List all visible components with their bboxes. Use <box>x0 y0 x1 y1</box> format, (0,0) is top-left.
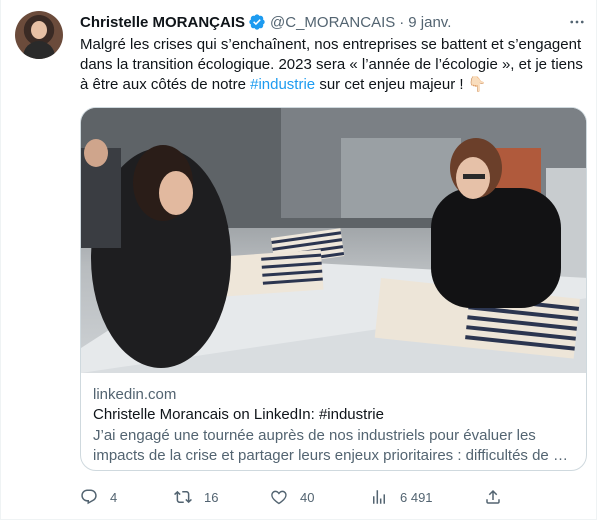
tweet-text-part2: sur cet enjeu majeur ! 👇🏻 <box>315 76 487 93</box>
verified-badge-icon <box>248 13 266 31</box>
reply-count: 4 <box>110 489 118 505</box>
card-title: Christelle Morancais on LinkedIn: #indus… <box>93 406 384 423</box>
card-image <box>81 108 586 373</box>
tweet-text: Malgré les crises qui s’enchaînent, nos … <box>80 35 588 95</box>
views-button[interactable]: 6 491 <box>370 488 433 506</box>
retweet-icon <box>174 490 192 504</box>
avatar-face <box>31 21 47 39</box>
reply-button[interactable]: 4 <box>80 488 117 506</box>
retweet-count: 16 <box>204 489 219 505</box>
hashtag-link[interactable]: #industrie <box>250 76 315 93</box>
avatar[interactable] <box>15 11 63 59</box>
share-button[interactable] <box>484 488 502 506</box>
card-description: J’ai engagé une tournée auprès de nos in… <box>93 427 568 464</box>
author-handle[interactable]: @C_MORANCAIS <box>270 14 395 31</box>
card-domain: linkedin.com <box>93 386 177 403</box>
avatar-body <box>23 41 55 59</box>
views-chart-icon <box>373 490 385 504</box>
tweet-date[interactable]: 9 janv. <box>408 14 451 31</box>
heart-icon <box>271 490 287 505</box>
views-count: 6 491 <box>400 489 433 505</box>
tweet[interactable]: Christelle MORANÇAIS @C_MORANCAIS · 9 ja… <box>0 0 597 520</box>
retweet-button[interactable]: 16 <box>174 488 218 506</box>
card-meta: linkedin.com Christelle Morancais on Lin… <box>81 374 586 470</box>
reply-icon <box>81 489 97 505</box>
like-button[interactable]: 40 <box>270 488 314 506</box>
share-icon <box>486 489 500 504</box>
action-bar: 4 16 40 6 491 <box>80 486 510 508</box>
tweet-header: Christelle MORANÇAIS @C_MORANCAIS · 9 ja… <box>80 12 451 32</box>
like-count: 40 <box>300 489 315 505</box>
link-card[interactable]: linkedin.com Christelle Morancais on Lin… <box>80 107 587 471</box>
author-name[interactable]: Christelle MORANÇAIS <box>80 14 245 31</box>
separator-dot: · <box>399 13 405 31</box>
more-horizontal-icon[interactable] <box>567 12 587 32</box>
